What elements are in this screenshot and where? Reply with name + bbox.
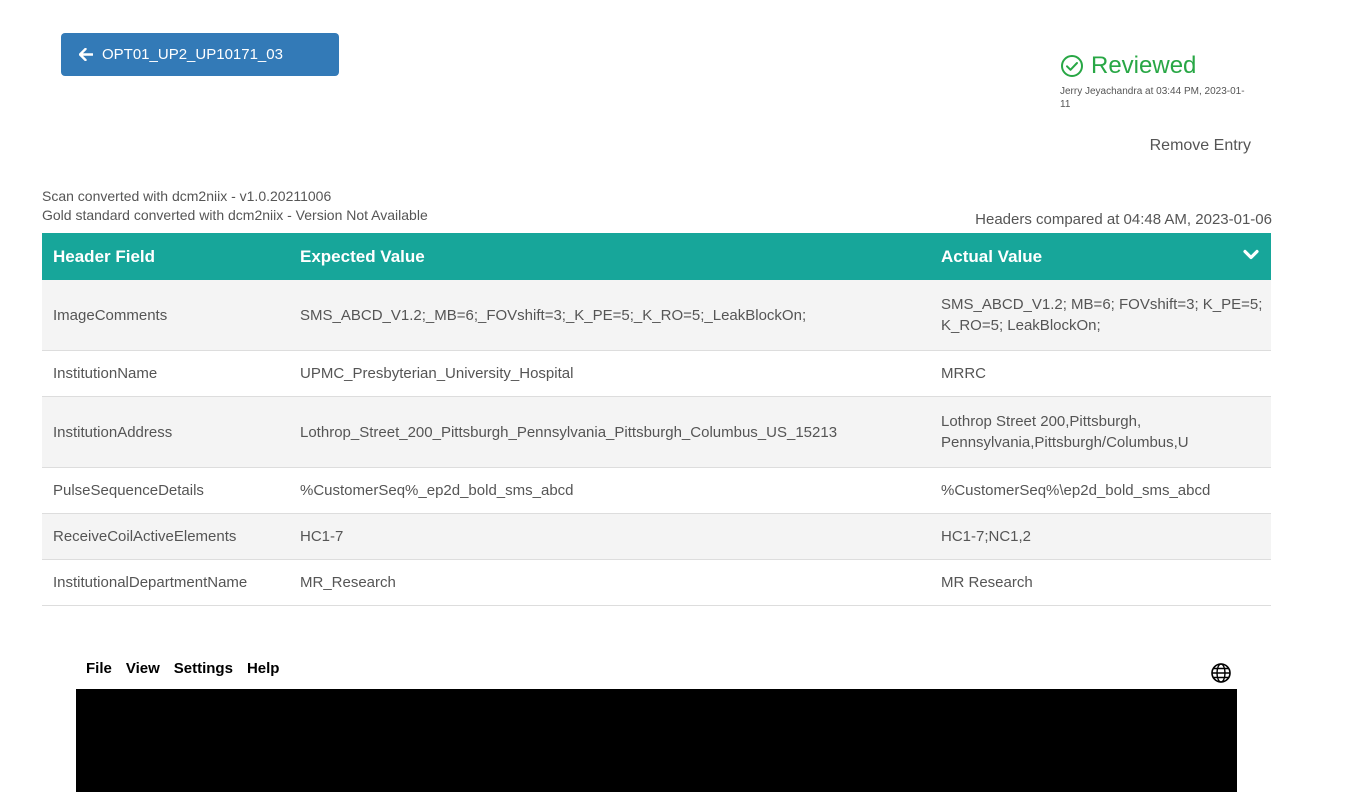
actual-cell: HC1-7;NC1,2	[931, 513, 1271, 560]
viewer-menu-bar: File View Settings Help	[86, 660, 293, 677]
header-comparison-table: Header Field Expected Value Actual Value…	[42, 233, 1271, 606]
table-row: InstitutionName UPMC_Presbyterian_Univer…	[42, 350, 1271, 397]
column-header-expected: Expected Value	[284, 233, 931, 280]
gold-conversion-text: Gold standard converted with dcm2niix - …	[42, 207, 428, 223]
menu-settings[interactable]: Settings	[174, 660, 233, 677]
review-status-badge: Reviewed	[1060, 52, 1250, 80]
expected-cell: Lothrop_Street_200_Pittsburgh_Pennsylvan…	[284, 396, 931, 468]
reviewer-info: Jerry Jeyachandra at 03:44 PM, 2023-01-1…	[1060, 86, 1245, 110]
remove-entry-link[interactable]: Remove Entry	[1150, 137, 1251, 155]
table-header-row: Header Field Expected Value Actual Value	[42, 233, 1271, 280]
review-status: Reviewed Jerry Jeyachandra at 03:44 PM, …	[1060, 52, 1250, 111]
page: OPT01_UP2_UP10171_03 Reviewed Jerry Jeya…	[0, 0, 1366, 792]
expected-cell: UPMC_Presbyterian_University_Hospital	[284, 350, 931, 397]
menu-view[interactable]: View	[126, 660, 160, 677]
table-row: InstitutionAddress Lothrop_Street_200_Pi…	[42, 396, 1271, 468]
menu-help[interactable]: Help	[247, 660, 280, 677]
field-cell: PulseSequenceDetails	[42, 467, 284, 514]
expected-cell: MR_Research	[284, 559, 931, 606]
table-row: InstitutionalDepartmentName MR_Research …	[42, 559, 1271, 606]
actual-cell: SMS_ABCD_V1.2; MB=6; FOVshift=3; K_PE=5;…	[931, 280, 1271, 351]
actual-cell: MRRC	[931, 350, 1271, 397]
scan-conversion-text: Scan converted with dcm2niix - v1.0.2021…	[42, 188, 332, 204]
actual-cell: %CustomerSeq%\ep2d_bold_sms_abcd	[931, 467, 1271, 514]
column-header-actual: Actual Value	[931, 233, 1271, 280]
headers-compared-text: Headers compared at 04:48 AM, 2023-01-06	[975, 211, 1272, 228]
review-status-label: Reviewed	[1091, 52, 1197, 79]
arrow-left-icon	[79, 48, 93, 61]
back-button[interactable]: OPT01_UP2_UP10171_03	[61, 33, 339, 76]
expected-cell: %CustomerSeq%_ep2d_bold_sms_abcd	[284, 467, 931, 514]
actual-cell: MR Research	[931, 559, 1271, 606]
menu-file[interactable]: File	[86, 660, 112, 677]
conversion-info: Scan converted with dcm2niix - v1.0.2021…	[42, 187, 428, 225]
expected-cell: SMS_ABCD_V1.2;_MB=6;_FOVshift=3;_K_PE=5;…	[284, 280, 931, 351]
table-row: ReceiveCoilActiveElements HC1-7 HC1-7;NC…	[42, 513, 1271, 560]
field-cell: InstitutionName	[42, 350, 284, 397]
actual-cell: Lothrop Street 200,Pittsburgh, Pennsylva…	[931, 396, 1271, 468]
image-viewer-canvas[interactable]	[76, 689, 1237, 792]
field-cell: ImageComments	[42, 280, 284, 351]
expected-cell: HC1-7	[284, 513, 931, 560]
field-cell: ReceiveCoilActiveElements	[42, 513, 284, 560]
field-cell: InstitutionAddress	[42, 396, 284, 468]
table-row: PulseSequenceDetails %CustomerSeq%_ep2d_…	[42, 467, 1271, 514]
column-header-actual-label: Actual Value	[941, 246, 1043, 266]
column-header-field: Header Field	[42, 233, 284, 280]
chevron-down-icon[interactable]	[1243, 249, 1259, 261]
back-button-label: OPT01_UP2_UP10171_03	[102, 46, 283, 63]
table-row: ImageComments SMS_ABCD_V1.2;_MB=6;_FOVsh…	[42, 280, 1271, 351]
field-cell: InstitutionalDepartmentName	[42, 559, 284, 606]
globe-icon[interactable]	[1208, 660, 1234, 686]
check-circle-icon	[1061, 55, 1083, 77]
